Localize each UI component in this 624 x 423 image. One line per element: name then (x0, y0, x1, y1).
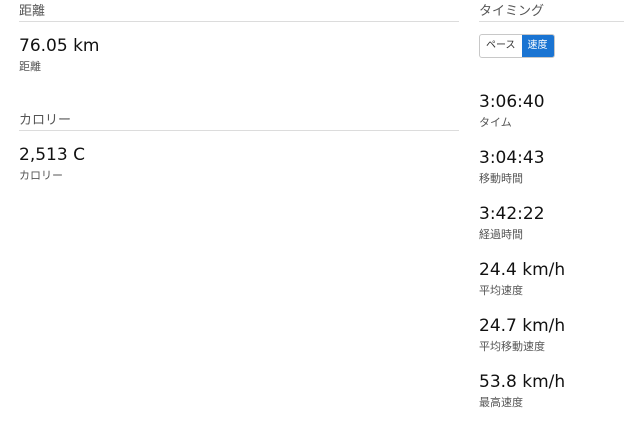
distance-label: 距離 (19, 60, 41, 73)
average-speed-stat: 24.4 km/h 平均速度 (479, 260, 565, 298)
calorie-stat: 2,513 C カロリー (19, 145, 85, 183)
stat-value: 53.8 km/h (479, 372, 566, 392)
stat-label: 平均速度 (479, 284, 523, 297)
stat-value: 24.4 km/h (479, 260, 566, 280)
stat-value: 3:04:43 (479, 148, 545, 168)
stat-label: 移動時間 (479, 172, 523, 185)
time-stat: 3:06:40 タイム (479, 92, 545, 130)
stat-label: 経過時間 (479, 228, 523, 241)
timing-section-divider (479, 21, 624, 22)
moving-time-stat: 3:04:43 移動時間 (479, 148, 545, 186)
stat-label: 平均移動速度 (479, 340, 545, 353)
distance-section-title: 距離 (19, 4, 46, 19)
average-moving-speed-stat: 24.7 km/h 平均移動速度 (479, 316, 565, 354)
calorie-section-title: カロリー (19, 113, 72, 128)
distance-value: 76.05 km (19, 36, 100, 56)
distance-stat: 76.05 km 距離 (19, 36, 99, 74)
timing-section-title: タイミング (479, 4, 545, 19)
stat-value: 3:42:22 (479, 204, 545, 224)
calorie-section-divider (19, 130, 459, 131)
stat-value: 3:06:40 (479, 92, 545, 112)
elapsed-time-stat: 3:42:22 経過時間 (479, 204, 545, 242)
toggle-pace-button[interactable]: ペース (480, 35, 522, 57)
stat-value: 24.7 km/h (479, 316, 566, 336)
toggle-speed-button[interactable]: 速度 (521, 35, 554, 57)
distance-section-divider (19, 21, 459, 22)
max-speed-stat: 53.8 km/h 最高速度 (479, 372, 565, 410)
calorie-value: 2,513 C (19, 145, 85, 165)
stat-label: 最高速度 (479, 396, 523, 409)
pace-speed-toggle[interactable]: ペース 速度 (479, 34, 555, 58)
calorie-label: カロリー (19, 169, 63, 182)
stat-label: タイム (479, 116, 512, 129)
